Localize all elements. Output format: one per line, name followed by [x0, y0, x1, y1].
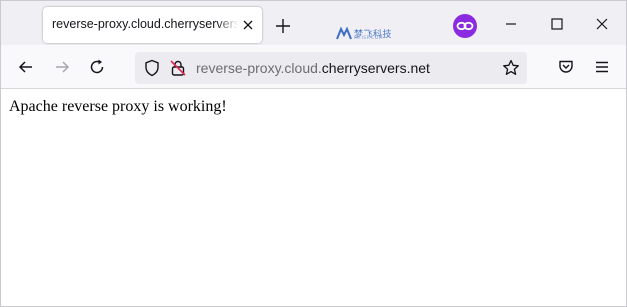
browser-window: reverse-proxy.cloud.cherryservers.net 梦飞… [0, 0, 627, 307]
pocket-icon[interactable] [556, 57, 576, 77]
minimize-icon[interactable] [502, 15, 520, 33]
watermark-subtext: MFISP.COM [354, 36, 384, 41]
url-host: cherryservers.net [321, 60, 430, 76]
page-body-text: Apache reverse proxy is working! [9, 98, 227, 115]
insecure-lock-icon[interactable] [168, 58, 188, 78]
url-prefix: reverse-proxy.cloud. [196, 60, 322, 76]
address-bar[interactable]: reverse-proxy.cloud.cherryservers.net [135, 52, 527, 84]
tab-title: reverse-proxy.cloud.cherryservers.net [52, 17, 238, 31]
mask-glyph-icon [456, 21, 474, 31]
active-tab[interactable]: reverse-proxy.cloud.cherryservers.net [43, 7, 262, 43]
watermark-mark-icon [336, 26, 352, 40]
new-tab-icon[interactable] [273, 16, 293, 36]
tab-strip: reverse-proxy.cloud.cherryservers.net 梦飞… [1, 1, 626, 45]
reload-icon[interactable] [87, 57, 107, 77]
bookmark-star-icon[interactable] [501, 58, 521, 78]
watermark-logo: 梦飞科技 MFISP.COM [336, 26, 396, 42]
maximize-icon[interactable] [548, 15, 566, 33]
navigation-toolbar: reverse-proxy.cloud.cherryservers.net [1, 45, 626, 89]
close-window-icon[interactable] [593, 15, 611, 33]
forward-icon[interactable] [52, 57, 72, 77]
back-icon[interactable] [16, 57, 36, 77]
shield-icon[interactable] [142, 58, 162, 78]
close-tab-icon[interactable] [241, 18, 255, 32]
menu-icon[interactable] [592, 57, 612, 77]
url-text[interactable]: reverse-proxy.cloud.cherryservers.net [196, 60, 430, 76]
page-content: Apache reverse proxy is working! [1, 90, 626, 306]
extension-icon[interactable] [453, 14, 477, 38]
